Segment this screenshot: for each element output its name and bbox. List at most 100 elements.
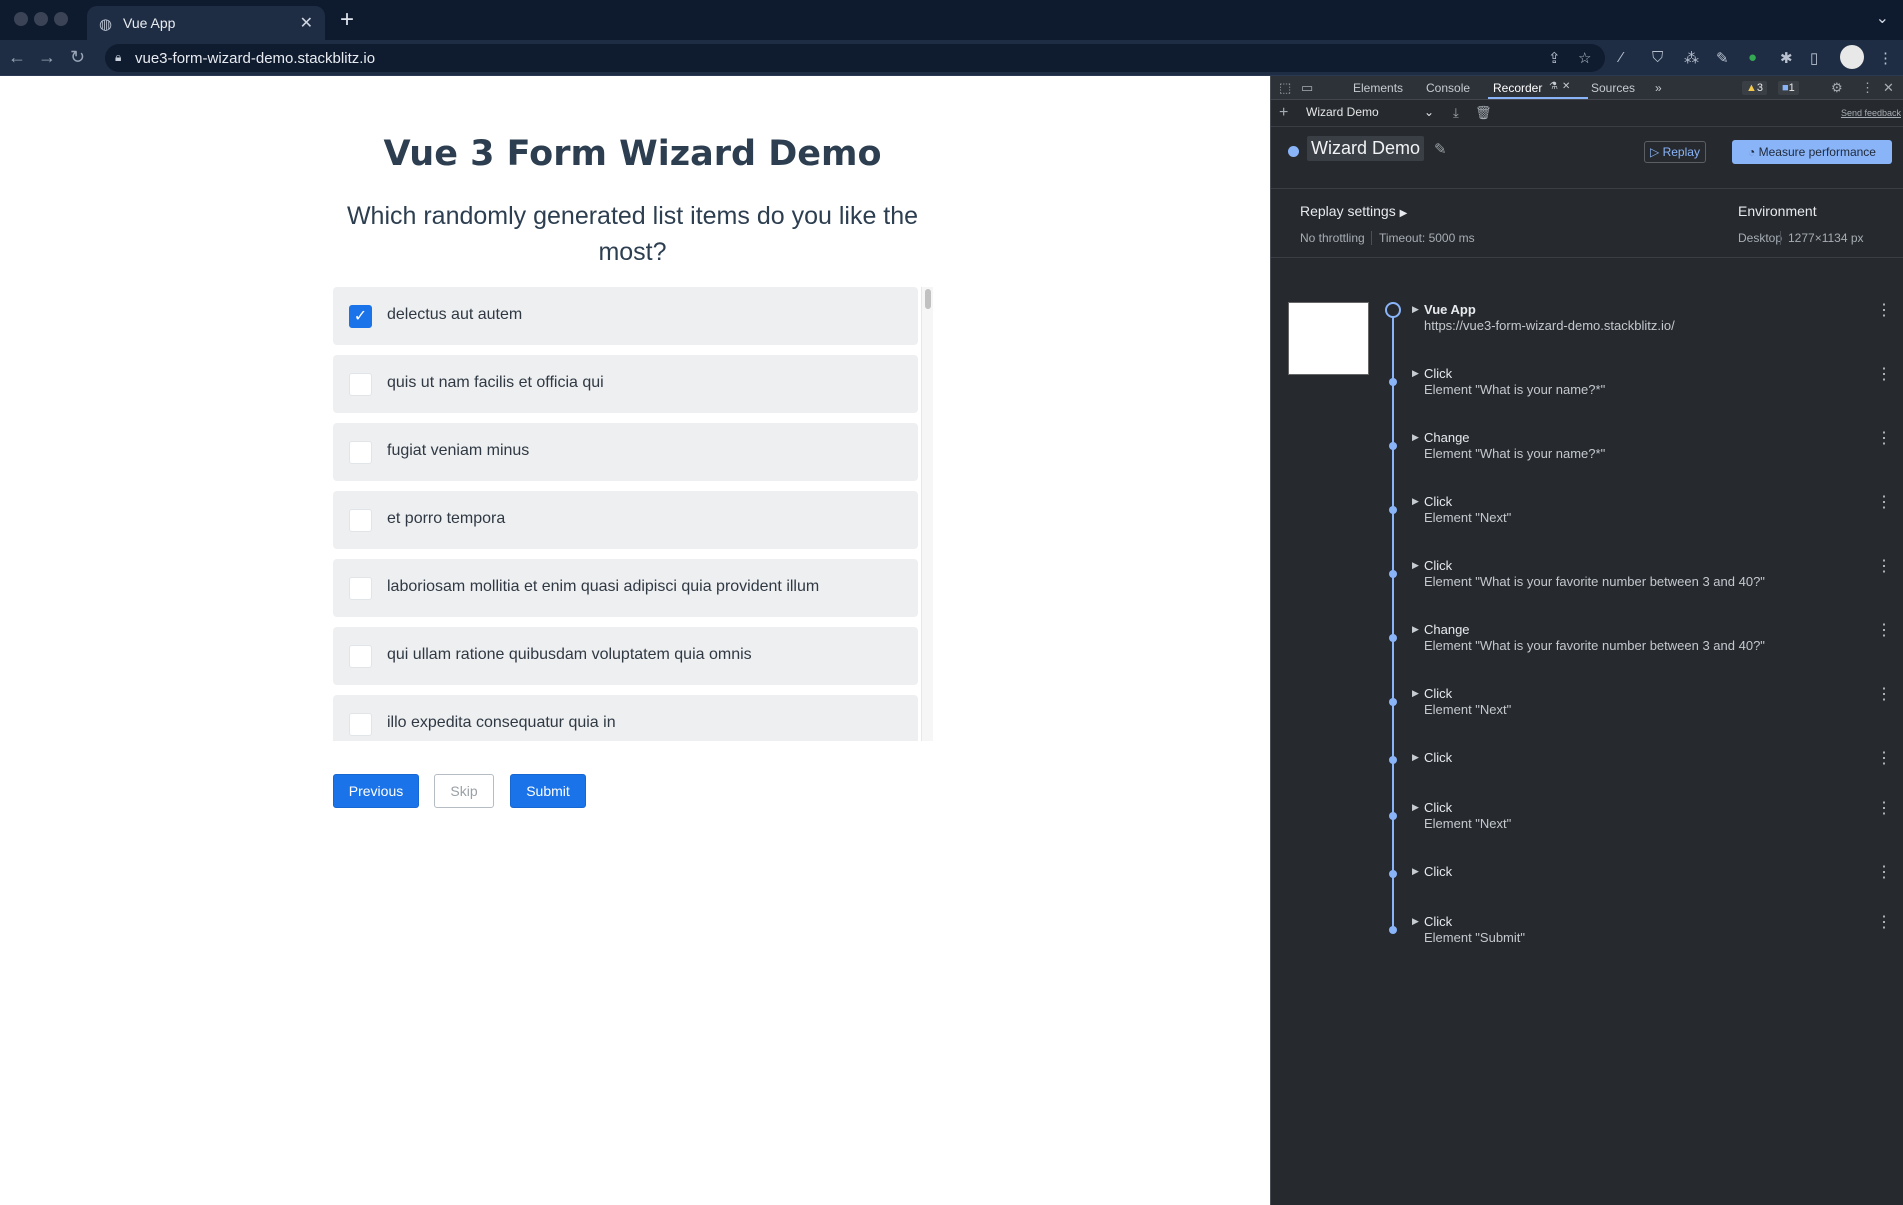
delete-icon[interactable]: 🗑︎	[1475, 105, 1492, 121]
tab-sources[interactable]: Sources	[1591, 81, 1635, 95]
step-menu-icon[interactable]: ⋮	[1876, 428, 1892, 448]
bookmark-star-icon[interactable]: ☆	[1578, 49, 1591, 67]
step-row[interactable]: ▶ Click Element "What is your favorite n…	[1271, 558, 1903, 608]
step-row[interactable]: ▶ Change Element "What is your name?*" ⋮	[1271, 430, 1903, 480]
profile-avatar-icon[interactable]	[1840, 45, 1864, 69]
address-bar[interactable]: 🔒︎ vue3-form-wizard-demo.stackblitz.io	[105, 44, 1605, 72]
list-item[interactable]: fugiat veniam minus	[333, 423, 918, 481]
maximize-window-icon[interactable]	[54, 12, 68, 26]
caret-right-icon[interactable]: ▶	[1412, 866, 1419, 877]
checkbox[interactable]	[349, 373, 372, 396]
checkbox[interactable]	[349, 645, 372, 668]
list-item[interactable]: qui ullam ratione quibusdam voluptatem q…	[333, 627, 918, 685]
step-menu-icon[interactable]: ⋮	[1876, 912, 1892, 932]
tab-recorder[interactable]: Recorder	[1493, 81, 1542, 95]
add-recording-icon[interactable]: +	[1279, 104, 1288, 122]
list-item-label: delectus aut autem	[387, 306, 523, 323]
kebab-menu-icon[interactable]: ⋮	[1861, 80, 1874, 96]
more-tabs-icon[interactable]: »	[1655, 81, 1662, 95]
extension-pen-icon[interactable]: ⁄	[1620, 49, 1623, 66]
step-menu-icon[interactable]: ⋮	[1876, 492, 1892, 512]
step-menu-icon[interactable]: ⋮	[1876, 748, 1892, 768]
extension-green-icon[interactable]: ●	[1748, 49, 1757, 66]
inspect-element-icon[interactable]: ⬚	[1279, 80, 1291, 96]
step-menu-icon[interactable]: ⋮	[1876, 862, 1892, 882]
list-item[interactable]: et porro tempora	[333, 491, 918, 549]
list-item[interactable]: laboriosam mollitia et enim quasi adipis…	[333, 559, 918, 617]
step-menu-icon[interactable]: ⋮	[1876, 620, 1892, 640]
close-tab-icon[interactable]: ✕	[300, 13, 313, 33]
close-tab-icon[interactable]: ✕	[1562, 81, 1570, 92]
list-item[interactable]: ✓ delectus aut autem	[333, 287, 918, 345]
tab-console[interactable]: Console	[1426, 81, 1470, 95]
caret-right-icon[interactable]: ▶	[1412, 304, 1419, 315]
caret-right-icon[interactable]: ▶	[1412, 496, 1419, 507]
caret-right-icon[interactable]: ▶	[1412, 688, 1419, 699]
measure-performance-button[interactable]: ◔ Measure performance	[1732, 140, 1892, 164]
step-row[interactable]: ▶ Click Element "Next" ⋮	[1271, 800, 1903, 850]
step-row[interactable]: ▶ Click Element "What is your name?*" ⋮	[1271, 366, 1903, 416]
step-menu-icon[interactable]: ⋮	[1876, 364, 1892, 384]
warnings-badge[interactable]: ▲3	[1742, 81, 1768, 95]
side-panel-icon[interactable]: ▯	[1810, 49, 1818, 67]
list-item[interactable]: illo expedita consequatur quia in	[333, 695, 918, 741]
browser-tab[interactable]: ◍ Vue App ✕	[87, 6, 325, 40]
caret-right-icon[interactable]: ▶	[1412, 560, 1419, 571]
checkbox[interactable]	[349, 441, 372, 464]
step-row[interactable]: ▶ Click ⋮	[1271, 864, 1903, 914]
extension-shield-icon[interactable]: ⛉	[1652, 49, 1663, 66]
close-window-icon[interactable]	[14, 12, 28, 26]
replay-button[interactable]: ▷ Replay	[1644, 141, 1706, 163]
step-row[interactable]: ▶ Change Element "What is your favorite …	[1271, 622, 1903, 672]
step-menu-icon[interactable]: ⋮	[1876, 300, 1892, 320]
caret-right-icon[interactable]: ▶	[1412, 368, 1419, 379]
checkbox[interactable]	[349, 713, 372, 736]
download-icon[interactable]: ⤓	[1453, 105, 1459, 121]
recording-title[interactable]: Wizard Demo	[1307, 136, 1425, 161]
extension-icon[interactable]: ⁂	[1684, 49, 1699, 67]
step-menu-icon[interactable]: ⋮	[1876, 798, 1892, 818]
tab-elements[interactable]: Elements	[1353, 81, 1403, 95]
reload-icon[interactable]: ↻	[70, 47, 85, 68]
extension-tool-icon[interactable]: ✎	[1716, 49, 1729, 67]
device-toolbar-icon[interactable]: ▭	[1301, 80, 1313, 96]
gear-icon[interactable]: ⚙	[1831, 80, 1843, 96]
list-scrollbar[interactable]	[921, 287, 933, 741]
caret-right-icon[interactable]: ▶	[1412, 432, 1419, 443]
step-menu-icon[interactable]: ⋮	[1876, 684, 1892, 704]
step-menu-icon[interactable]: ⋮	[1876, 556, 1892, 576]
list-item[interactable]: quis ut nam facilis et officia qui	[333, 355, 918, 413]
step-row[interactable]: ▶ Click Element "Next" ⋮	[1271, 494, 1903, 544]
step-row[interactable]: ▶ Click Element "Submit" ⋮	[1271, 914, 1903, 964]
share-icon[interactable]: ⇪	[1548, 49, 1561, 67]
caret-right-icon[interactable]: ▶	[1412, 752, 1419, 763]
edit-pencil-icon[interactable]: ✎	[1434, 140, 1447, 158]
scrollbar-thumb[interactable]	[925, 289, 931, 309]
forward-icon[interactable]: →	[38, 47, 56, 68]
checkbox[interactable]	[349, 577, 372, 600]
step-row[interactable]: ▶ Click ⋮	[1271, 750, 1903, 800]
new-tab-icon[interactable]: +	[340, 6, 354, 34]
back-icon[interactable]: ←	[8, 47, 26, 68]
submit-button[interactable]: Submit	[510, 774, 586, 808]
messages-badge[interactable]: ■1	[1778, 81, 1799, 95]
send-feedback-link[interactable]: Send feedback	[1841, 108, 1901, 118]
recording-select[interactable]: Wizard Demo ⌄	[1306, 105, 1434, 123]
caret-right-icon[interactable]: ▶	[1412, 624, 1419, 635]
caret-right-icon[interactable]: ▶	[1412, 802, 1419, 813]
close-devtools-icon[interactable]: ✕	[1883, 80, 1894, 96]
previous-button[interactable]: Previous	[333, 774, 419, 808]
checkbox[interactable]	[349, 509, 372, 532]
skip-button[interactable]: Skip	[434, 774, 494, 808]
step-row[interactable]: ▶ Vue App https://vue3-form-wizard-demo.…	[1271, 302, 1903, 352]
checkbox[interactable]: ✓	[349, 305, 372, 328]
minimize-window-icon[interactable]	[34, 12, 48, 26]
browser-menu-icon[interactable]: ⋮	[1878, 49, 1893, 67]
step-title: Click	[1424, 494, 1453, 509]
step-detail: Element "What is your name?*"	[1424, 446, 1606, 461]
chevron-down-icon[interactable]: ⌄	[1876, 8, 1889, 28]
step-row[interactable]: ▶ Click Element "Next" ⋮	[1271, 686, 1903, 736]
extensions-puzzle-icon[interactable]: ✱	[1780, 49, 1793, 67]
replay-settings-toggle[interactable]: Replay settings ▶	[1300, 203, 1407, 219]
caret-right-icon[interactable]: ▶	[1412, 916, 1419, 927]
